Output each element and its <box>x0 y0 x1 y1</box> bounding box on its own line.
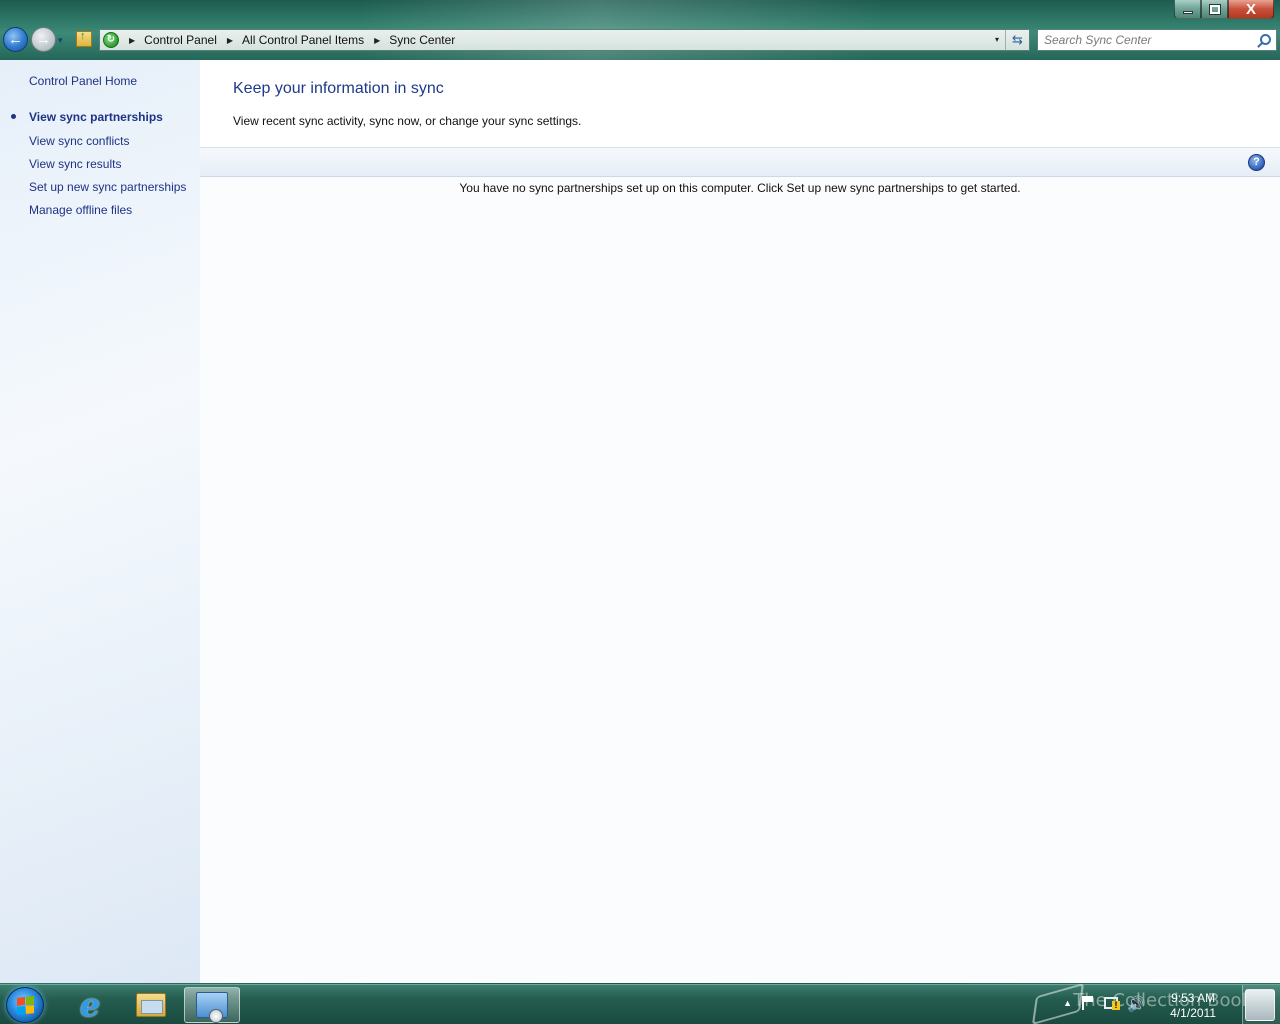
taskbar-windows-explorer[interactable] <box>123 987 179 1023</box>
minimize-icon <box>1182 11 1193 14</box>
back-button[interactable]: ← <box>3 27 28 52</box>
refresh-icon: ⇆ <box>1012 32 1023 47</box>
empty-state-message: You have no sync partnerships set up on … <box>459 181 1021 195</box>
breadcrumb-all-control-panel-items[interactable]: All Control Panel Items <box>242 33 364 47</box>
forward-arrow-icon: → <box>36 31 51 48</box>
taskbar-sync-center[interactable] <box>184 987 240 1023</box>
main-content: Keep your information in sync View recen… <box>200 60 1280 983</box>
system-clock[interactable]: 9:53 AM 4/1/2011 <box>1170 991 1216 1021</box>
maximize-button[interactable] <box>1201 0 1228 19</box>
breadcrumb-sync-center[interactable]: Sync Center <box>389 33 455 47</box>
user-avatar <box>1245 989 1275 1021</box>
address-bar[interactable]: ↻ ▶ Control Panel ▶ All Control Panel It… <box>99 29 1030 51</box>
restore-icon <box>1208 3 1221 15</box>
up-folder-button[interactable]: ↑ <box>76 30 92 47</box>
active-bullet-icon <box>11 114 16 119</box>
sidebar-item-view-sync-partnerships[interactable]: View sync partnerships <box>29 110 163 124</box>
refresh-button[interactable]: ⇆ <box>1005 30 1029 50</box>
search-input[interactable] <box>1044 31 1254 49</box>
clock-date: 4/1/2011 <box>1170 1006 1216 1020</box>
header-area: Keep your information in sync View recen… <box>200 60 1280 148</box>
address-dropdown-icon[interactable]: ▾ <box>995 35 999 44</box>
sidebar-item-manage-offline-files[interactable]: Manage offline files <box>29 203 132 217</box>
internet-explorer-icon: e <box>79 986 101 1024</box>
taskbar: e The Collection Book ▲ 🔊 9:53 AM 4/1/20… <box>0 982 1280 1024</box>
windows-explorer-icon <box>136 993 166 1017</box>
clock-time: 9:53 AM <box>1171 991 1216 1005</box>
show-desktop-button[interactable] <box>1242 985 1280 1024</box>
control-panel-icon: ↻ <box>103 32 119 48</box>
windows-logo-icon <box>16 995 34 1015</box>
back-arrow-icon: ← <box>8 31 23 48</box>
sync-center-icon <box>196 992 228 1023</box>
window-titlebar: X ← → ▾ ↑ ↻ ▶ Control Panel ▶ All Contro… <box>0 0 1280 60</box>
help-icon[interactable]: ? <box>1248 154 1265 171</box>
taskbar-internet-explorer[interactable]: e <box>62 987 118 1023</box>
recent-pages-dropdown[interactable]: ▾ <box>58 35 68 45</box>
action-center-flag-icon[interactable] <box>1082 996 1094 1010</box>
chevron-down-icon: ▾ <box>58 35 63 45</box>
forward-button[interactable]: → <box>31 27 56 52</box>
sidebar-item-set-up-new-sync-partnerships[interactable]: Set up new sync partnerships <box>29 180 186 194</box>
page-subtitle: View recent sync activity, sync now, or … <box>233 114 582 128</box>
window-controls: X <box>1174 0 1274 20</box>
show-hidden-icons-button[interactable]: ▲ <box>1063 998 1072 1008</box>
minimize-button[interactable] <box>1174 0 1201 19</box>
search-box[interactable] <box>1037 29 1277 51</box>
sidebar-item-view-sync-conflicts[interactable]: View sync conflicts <box>29 134 129 148</box>
page-title: Keep your information in sync <box>233 80 444 97</box>
up-arrow-icon: ↑ <box>80 30 86 42</box>
breadcrumb-separator-icon[interactable]: ▶ <box>227 36 233 45</box>
partnerships-list-header: ? <box>200 147 1280 177</box>
volume-icon[interactable]: 🔊 <box>1127 995 1146 1013</box>
control-panel-home-link[interactable]: Control Panel Home <box>29 74 137 88</box>
close-icon: X <box>1245 0 1256 18</box>
network-warning-icon[interactable] <box>1104 997 1120 1010</box>
breadcrumb-separator-icon[interactable]: ▶ <box>374 36 380 45</box>
close-button[interactable]: X <box>1228 0 1274 19</box>
breadcrumb-separator-icon[interactable]: ▶ <box>129 36 135 45</box>
sidebar-item-view-sync-results[interactable]: View sync results <box>29 157 121 171</box>
watermark-text: The Collection Book <box>1073 990 1252 1011</box>
notification-area: The Collection Book ▲ 🔊 9:53 AM 4/1/2011 <box>980 982 1280 1024</box>
start-button[interactable] <box>6 987 44 1023</box>
task-pane: Control Panel Home View sync partnership… <box>0 60 200 983</box>
search-icon[interactable] <box>1260 34 1271 45</box>
breadcrumb-control-panel[interactable]: Control Panel <box>144 33 217 47</box>
